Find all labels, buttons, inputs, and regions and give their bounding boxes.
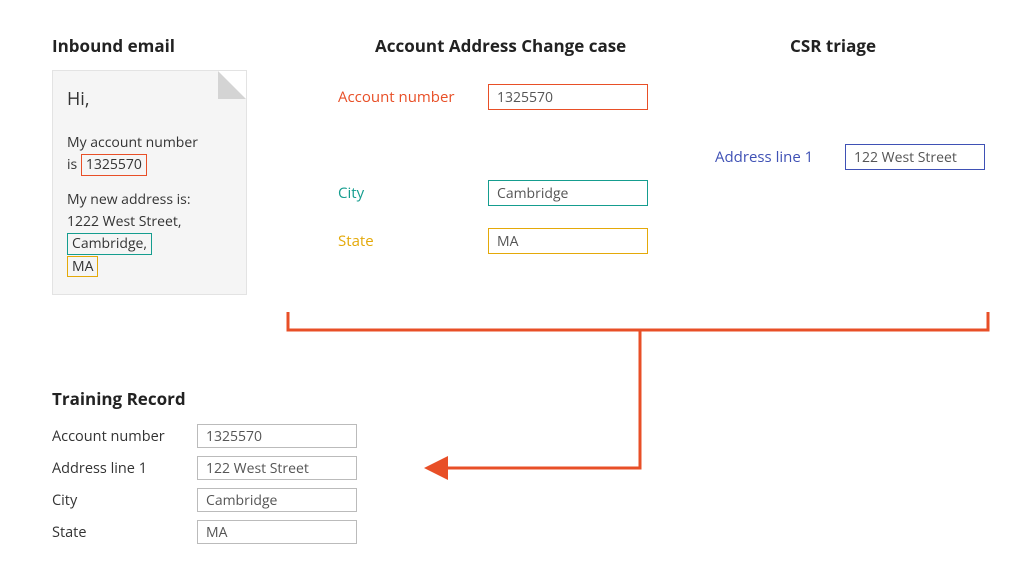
csr-row-address1: Address line 1 122 West Street (715, 144, 985, 170)
training-city-input[interactable]: Cambridge (197, 488, 357, 512)
email-line-account-1: My account number (67, 132, 232, 154)
paper-fold-icon (218, 71, 246, 99)
training-row-city: City Cambridge (52, 488, 357, 512)
training-row-state: State MA (52, 520, 357, 544)
email-city-highlight: Cambridge, (67, 233, 152, 255)
heading-csr-triage: CSR triage (790, 34, 876, 57)
training-city-label: City (52, 491, 197, 510)
csr-address1-input[interactable]: 122 West Street (845, 144, 985, 170)
email-line-address-intro: My new address is: (67, 189, 232, 211)
training-address1-input[interactable]: 122 West Street (197, 456, 357, 480)
training-state-input[interactable]: MA (197, 520, 357, 544)
case-row-account: Account number 1325570 (338, 84, 648, 110)
training-state-label: State (52, 523, 197, 542)
csr-address1-label: Address line 1 (715, 147, 845, 167)
training-account-input[interactable]: 1325570 (197, 424, 357, 448)
case-account-input[interactable]: 1325570 (488, 84, 648, 110)
training-row-address1: Address line 1 122 West Street (52, 456, 357, 480)
email-state-highlight: MA (67, 256, 98, 278)
case-city-label: City (338, 183, 488, 203)
email-card: Hi, My account number is 1325570 My new … (52, 70, 247, 295)
training-account-label: Account number (52, 427, 197, 446)
case-state-label: State (338, 231, 488, 251)
heading-training-record: Training Record (52, 387, 186, 410)
case-city-input[interactable]: Cambridge (488, 180, 648, 206)
email-street: 1222 West Street, (67, 211, 232, 233)
training-row-account: Account number 1325570 (52, 424, 357, 448)
case-state-input[interactable]: MA (488, 228, 648, 254)
heading-inbound-email: Inbound email (52, 34, 175, 57)
heading-case: Account Address Change case (375, 34, 626, 57)
email-account-number-highlight: 1325570 (81, 154, 147, 176)
training-address1-label: Address line 1 (52, 459, 197, 478)
case-row-city: City Cambridge (338, 180, 648, 206)
case-account-label: Account number (338, 87, 488, 107)
email-line-account-2: is 1325570 (67, 154, 232, 176)
email-is-prefix: is (67, 155, 81, 174)
case-row-state: State MA (338, 228, 648, 254)
